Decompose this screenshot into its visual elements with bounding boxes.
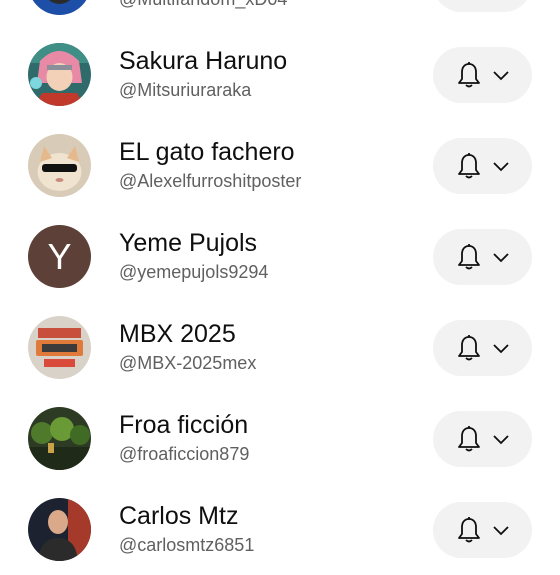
channel-handle: @froaficcion879	[119, 444, 250, 464]
channel-name: MBX 2025	[119, 320, 236, 348]
chevron-down-icon	[492, 435, 509, 445]
notification-settings-button[interactable]	[433, 138, 532, 194]
channel-handle: @Alexelfurroshitposter	[119, 171, 302, 191]
avatar[interactable]	[28, 316, 91, 379]
channel-name: Yeme Pujols	[119, 229, 258, 257]
chevron-down-icon	[492, 71, 509, 81]
chevron-down-icon	[492, 253, 509, 263]
avatar[interactable]	[28, 43, 91, 106]
channel-name: Carlos Mtz	[119, 502, 239, 530]
notification-settings-button[interactable]	[433, 411, 532, 467]
subscriptions-list: @Multifandom_xD04 Sakura Haruno @Mitsuri…	[0, 0, 560, 561]
avatar[interactable]	[28, 0, 91, 15]
bell-icon	[457, 517, 480, 543]
channel-handle: @Mitsuriuraraka	[119, 80, 252, 100]
channel-row[interactable]: Sakura Haruno @Mitsuriuraraka	[0, 29, 560, 120]
bell-icon	[457, 335, 480, 361]
avatar-cat-icon	[28, 134, 91, 197]
channel-row[interactable]: MBX 2025 @MBX-2025mex	[0, 302, 560, 393]
avatar-letter: Y	[47, 235, 72, 277]
notification-settings-button[interactable]	[433, 229, 532, 285]
bell-icon	[457, 153, 480, 179]
channel-handle: @MBX-2025mex	[119, 353, 257, 373]
avatar-person-icon	[28, 498, 91, 561]
channel-row[interactable]: Froa ficción @froaficcion879	[0, 393, 560, 484]
notification-settings-button[interactable]	[433, 502, 532, 558]
notification-settings-button[interactable]	[433, 320, 532, 376]
avatar[interactable]: Y	[28, 225, 91, 288]
avatar[interactable]	[28, 498, 91, 561]
channel-handle: @Multifandom_xD04	[119, 0, 287, 10]
channel-row[interactable]: @Multifandom_xD04	[0, 0, 560, 29]
notification-settings-button[interactable]	[433, 47, 532, 103]
avatar-forest-icon	[28, 407, 91, 470]
notification-settings-button[interactable]	[433, 0, 532, 12]
avatar-mbx-logo-icon	[28, 316, 91, 379]
bell-icon	[457, 426, 480, 452]
channel-name: EL gato fachero	[119, 138, 295, 166]
chevron-down-icon	[492, 162, 509, 172]
channel-row[interactable]: EL gato fachero @Alexelfurroshitposter	[0, 120, 560, 211]
bell-icon	[457, 62, 480, 88]
channel-name: Froa ficción	[119, 411, 249, 439]
avatar[interactable]	[28, 134, 91, 197]
channel-row[interactable]: Carlos Mtz @carlosmtz6851	[0, 484, 560, 575]
chevron-down-icon	[492, 526, 509, 536]
chevron-down-icon	[492, 344, 509, 354]
avatar[interactable]	[28, 407, 91, 470]
channel-handle: @carlosmtz6851	[119, 535, 255, 555]
channel-name: Sakura Haruno	[119, 47, 288, 75]
bell-icon	[457, 244, 480, 270]
avatar-globe-icon	[28, 0, 91, 15]
channel-handle: @yemepujols9294	[119, 262, 269, 282]
avatar-anime-icon	[28, 43, 91, 106]
channel-row[interactable]: Y Yeme Pujols @yemepujols9294	[0, 211, 560, 302]
